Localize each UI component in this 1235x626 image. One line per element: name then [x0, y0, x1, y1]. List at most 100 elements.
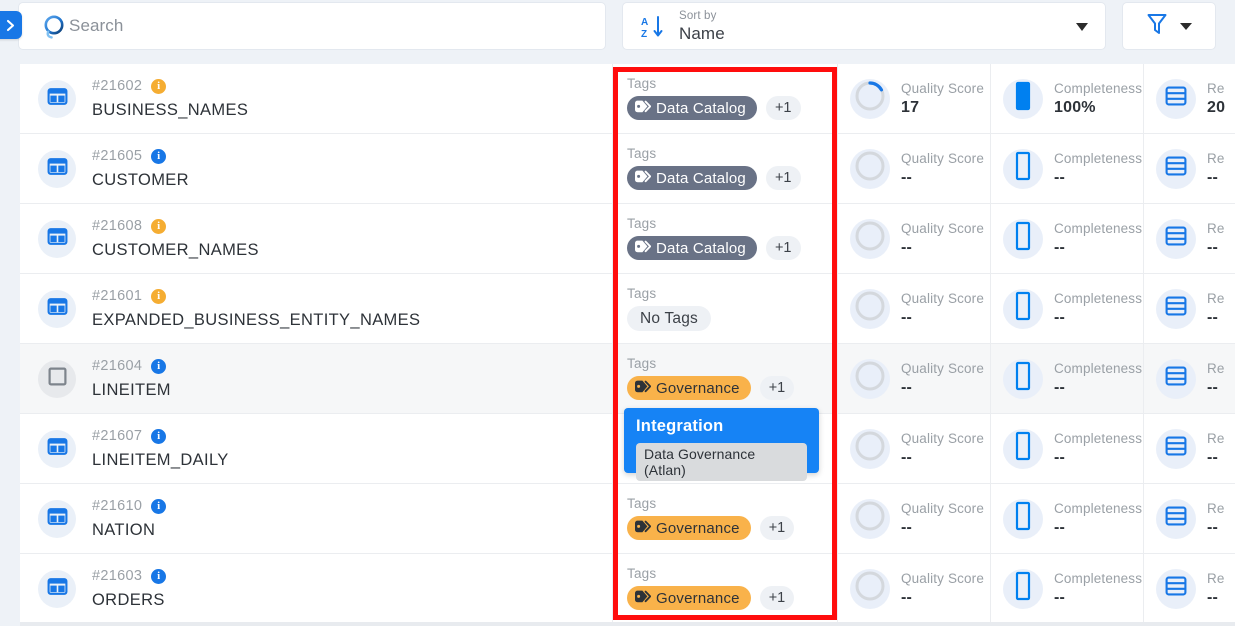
tags-cell[interactable]: TagsGovernance+1	[612, 344, 837, 413]
asset-id: #21608	[92, 218, 142, 234]
sort-by-select[interactable]: A Z Sort by Name	[622, 2, 1106, 50]
table-icon	[47, 156, 68, 182]
tag-chip[interactable]: Data Catalog	[627, 166, 757, 190]
info-icon[interactable]: i	[151, 219, 166, 234]
quality-score-cell[interactable]: Quality Score--	[837, 134, 990, 203]
tags-cell[interactable]: Tags Governance +1	[612, 554, 837, 623]
info-icon[interactable]: i	[151, 149, 166, 164]
tag-chip[interactable]: Governance	[627, 586, 751, 610]
table-row[interactable]: #21610iNATION Tags Governance +1 Quality Sco…	[20, 484, 1235, 554]
records-cell[interactable]: Re--	[1143, 274, 1235, 343]
records-cell[interactable]: Re--	[1143, 414, 1235, 483]
info-icon[interactable]: i	[151, 79, 166, 94]
table-icon	[47, 296, 68, 322]
tag-overflow-badge[interactable]: +1	[766, 96, 801, 120]
table-row[interactable]: #21602iBUSINESS_NAMES Tags Data Catalog +1 Q…	[20, 64, 1235, 134]
quality-score-cell[interactable]: Quality Score17	[837, 64, 990, 133]
records-avatar	[1156, 289, 1196, 329]
records-cell[interactable]: Re--	[1143, 134, 1235, 203]
records-label: Re	[1207, 151, 1225, 166]
search-placeholder: Search	[69, 16, 123, 36]
records-cell[interactable]: Re--	[1143, 484, 1235, 553]
records-rows-icon	[1164, 574, 1188, 603]
quality-score-label: Quality Score	[901, 431, 984, 446]
completeness-value: --	[1054, 309, 1142, 327]
tags-label: Tags	[627, 566, 837, 581]
info-icon[interactable]: i	[151, 499, 166, 514]
tag-chip[interactable]: No Tags	[627, 306, 711, 331]
completeness-label: Completeness	[1054, 501, 1142, 516]
tag-chip[interactable]: Data Catalog	[627, 96, 757, 120]
chevron-down-icon[interactable]	[1076, 23, 1088, 31]
tags-label: Tags	[627, 76, 837, 91]
tag-overflow-badge[interactable]: +1	[760, 586, 795, 610]
records-cell[interactable]: Re20	[1143, 64, 1235, 133]
quality-score-cell[interactable]: Quality Score--	[837, 204, 990, 273]
completeness-cell[interactable]: Completeness--	[990, 344, 1143, 413]
tags-cell[interactable]: TagsData Catalog+1	[612, 204, 837, 273]
completeness-cell[interactable]: Completeness--	[990, 414, 1143, 483]
completeness-bar-icon	[1014, 220, 1032, 257]
asset-name-cell[interactable]: #21602iBUSINESS_NAMES	[20, 64, 612, 133]
asset-name-cell[interactable]: #21603iORDERS	[20, 554, 612, 623]
integration-tooltip: Integration Data Governance (Atlan)	[624, 408, 819, 473]
completeness-cell[interactable]: Completeness --	[990, 554, 1143, 623]
sort-by-value: Name	[679, 24, 725, 44]
quality-score-label: Quality Score	[901, 291, 984, 306]
sidebar-expand-button[interactable]	[0, 11, 22, 39]
quality-score-cell[interactable]: Quality Score--	[837, 484, 990, 553]
quality-score-cell[interactable]: Quality Score--	[837, 274, 990, 343]
tags-label: Tags	[627, 496, 837, 511]
table-row[interactable]: #21603iORDERS Tags Governance +1 Quality Sco…	[20, 554, 1235, 624]
tag-overflow-badge[interactable]: +1	[760, 516, 795, 540]
info-icon[interactable]: i	[151, 289, 166, 304]
completeness-cell[interactable]: Completeness--	[990, 484, 1143, 553]
asset-type-avatar	[38, 500, 76, 538]
tags-cell[interactable]: Tags Data Catalog +1	[612, 64, 837, 133]
completeness-cell[interactable]: Completeness--	[990, 204, 1143, 273]
quality-score-cell[interactable]: Quality Score--	[837, 554, 990, 623]
records-cell[interactable]: Re--	[1143, 344, 1235, 413]
quality-score-cell[interactable]: Quality Score--	[837, 344, 990, 413]
filter-button[interactable]	[1122, 2, 1216, 50]
info-icon[interactable]: i	[151, 429, 166, 444]
asset-type-avatar	[38, 430, 76, 468]
records-cell[interactable]: Re--	[1143, 554, 1235, 623]
tags-cell[interactable]: TagsNo Tags	[612, 274, 837, 343]
completeness-label: Completeness	[1054, 571, 1142, 586]
asset-type-avatar	[38, 360, 76, 398]
completeness-cell[interactable]: Completeness--	[990, 274, 1143, 343]
tag-overflow-badge[interactable]: +1	[760, 376, 795, 400]
tag-chip[interactable]: Data Catalog	[627, 236, 757, 260]
asset-name-cell[interactable]: #21610iNATION	[20, 484, 612, 553]
info-icon[interactable]: i	[151, 359, 166, 374]
completeness-value: --	[1054, 589, 1142, 607]
quality-score-cell[interactable]: Quality Score--	[837, 414, 990, 483]
completeness-bar-icon	[1014, 80, 1032, 117]
asset-name-cell[interactable]: #21605iCUSTOMER	[20, 134, 612, 203]
completeness-cell[interactable]: Completeness100%	[990, 64, 1143, 133]
tags-cell[interactable]: TagsData Catalog+1	[612, 134, 837, 203]
asset-name-cell[interactable]: #21608iCUSTOMER_NAMES	[20, 204, 612, 273]
asset-name-cell[interactable]: #21607iLINEITEM_DAILY	[20, 414, 612, 483]
table-icon	[47, 506, 68, 532]
table-row[interactable]: #21604iLINEITEMTagsGovernance+1Quality S…	[20, 344, 1235, 414]
records-cell[interactable]: Re--	[1143, 204, 1235, 273]
tag-icon	[634, 519, 651, 538]
tag-chip[interactable]: Governance	[627, 376, 751, 400]
table-row[interactable]: #21601iEXPANDED_BUSINESS_ENTITY_NAMESTag…	[20, 274, 1235, 344]
tag-overflow-badge[interactable]: +1	[766, 236, 801, 260]
tags-cell[interactable]: Tags Governance +1	[612, 484, 837, 553]
records-avatar	[1156, 219, 1196, 259]
chevron-down-icon[interactable]	[1180, 23, 1192, 30]
asset-name-cell[interactable]: #21604iLINEITEM	[20, 344, 612, 413]
search-input[interactable]: Search	[18, 2, 606, 50]
info-icon[interactable]: i	[151, 569, 166, 584]
completeness-cell[interactable]: Completeness--	[990, 134, 1143, 203]
horizontal-scrollbar[interactable]	[20, 622, 1235, 626]
table-row[interactable]: #21605iCUSTOMERTagsData Catalog+1Quality…	[20, 134, 1235, 204]
tag-overflow-badge[interactable]: +1	[766, 166, 801, 190]
table-row[interactable]: #21608iCUSTOMER_NAMESTagsData Catalog+1Q…	[20, 204, 1235, 274]
tag-chip[interactable]: Governance	[627, 516, 751, 540]
asset-name-cell[interactable]: #21601iEXPANDED_BUSINESS_ENTITY_NAMES	[20, 274, 612, 343]
